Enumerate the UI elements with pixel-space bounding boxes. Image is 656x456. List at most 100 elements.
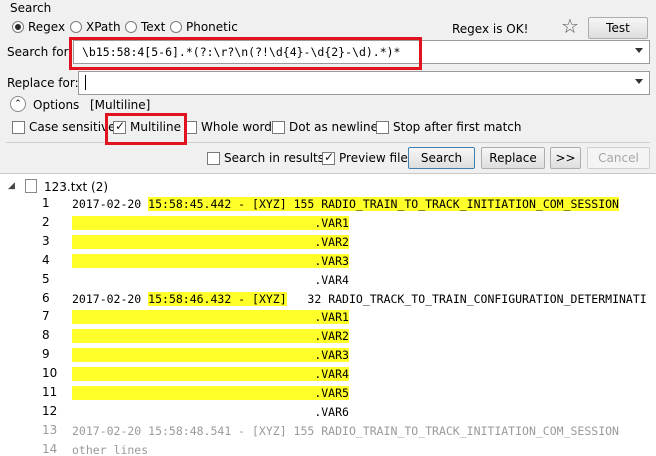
search-button[interactable]: Search <box>408 147 475 169</box>
radio-text-indicator <box>125 21 137 33</box>
line-text: .VAR3 <box>72 348 349 363</box>
match-highlight: .VAR3 <box>72 348 349 363</box>
preview-line[interactable]: 12 .VAR6 <box>0 403 656 422</box>
replace-for-label: Replace for: <box>7 76 79 90</box>
line-text: .VAR1 <box>72 215 349 230</box>
search-dropdown-arrow-icon[interactable] <box>635 48 643 53</box>
line-number: 4 <box>42 252 50 267</box>
line-segment: 2017-02-20 15:58:48.541 - [XYZ] 155 RADI… <box>72 423 619 438</box>
text-caret <box>85 75 86 90</box>
cancel-button[interactable]: Cancel <box>587 147 650 169</box>
line-text: 2017-02-20 15:58:45.442 - [XYZ] 155 RADI… <box>72 197 619 211</box>
test-button[interactable]: Test <box>588 17 648 39</box>
match-highlight: .VAR4 <box>72 367 349 382</box>
line-number: 9 <box>42 347 50 362</box>
line-text: .VAR2 <box>72 329 349 344</box>
line-text: .VAR4 <box>72 273 349 287</box>
preview-line[interactable]: 10 .VAR4 <box>0 365 656 384</box>
checkbox-whole-word[interactable]: Whole word <box>184 120 272 134</box>
line-text: 2017-02-20 15:58:48.541 - [XYZ] 155 RADI… <box>72 424 619 438</box>
line-segment: 2017-02-20 <box>72 197 149 211</box>
line-text: other lines <box>72 443 148 456</box>
preview-line[interactable]: 7 .VAR1 <box>0 308 656 327</box>
radio-xpath-label: XPath <box>86 20 121 34</box>
search-panel: Search Regex XPath Text Phonetic Regex i… <box>0 0 656 174</box>
radio-xpath-indicator <box>70 21 82 33</box>
more-options-button[interactable]: >> <box>550 147 581 169</box>
whole-word-label: Whole word <box>201 120 272 134</box>
regex-status: Regex is OK! <box>452 22 529 36</box>
preview-line[interactable]: 8 .VAR2 <box>0 327 656 346</box>
favorite-star-icon[interactable]: ☆ <box>561 14 579 38</box>
radio-text[interactable]: Text <box>125 20 165 34</box>
preview-line[interactable]: 14 other lines <box>0 441 656 456</box>
line-text: .VAR4 <box>72 367 349 382</box>
match-highlight: .VAR5 <box>72 386 349 400</box>
radio-regex-indicator <box>12 21 24 33</box>
case-sensitive-box <box>12 120 25 134</box>
line-number: 13 <box>42 422 58 437</box>
annotation-box-multiline <box>105 113 187 145</box>
replace-combo[interactable] <box>78 71 650 95</box>
radio-phonetic-label: Phonetic <box>186 20 238 34</box>
radio-regex[interactable]: Regex <box>12 20 65 34</box>
preview-line[interactable]: 13 2017-02-20 15:58:48.541 - [XYZ] 155 RA… <box>0 422 656 441</box>
line-text: .VAR6 <box>72 405 349 419</box>
line-number: 12 <box>42 403 58 418</box>
line-number: 6 <box>42 290 50 305</box>
preview-line[interactable]: 11 .VAR5 <box>0 384 656 403</box>
options-expand-icon[interactable]: ⌃ <box>10 96 26 112</box>
checkbox-stop-after-first[interactable]: Stop after first match <box>376 120 522 134</box>
line-number: 7 <box>42 309 50 324</box>
radio-regex-label: Regex <box>28 20 66 34</box>
annotation-box-search <box>69 37 422 70</box>
checkbox-search-in-results[interactable]: Search in results <box>207 151 324 165</box>
preview-line[interactable]: 6 2017-02-20 15:58:46.432 - [XYZ] 32 RADI… <box>0 290 656 309</box>
checkbox-case-sensitive[interactable]: Case sensitive <box>12 120 116 134</box>
preview-line[interactable]: 1 2017-02-20 15:58:45.442 - [XYZ] 155 RAD… <box>0 195 656 214</box>
radio-xpath[interactable]: XPath <box>70 20 121 34</box>
line-segment: .VAR6 <box>72 404 349 419</box>
checkbox-dot-as-newline[interactable]: Dot as newline <box>272 120 378 134</box>
search-in-results-label: Search in results <box>224 151 324 165</box>
line-segment: 2017-02-20 <box>72 291 149 306</box>
dot-as-newline-label: Dot as newline <box>289 120 378 134</box>
line-text: 2017-02-20 15:58:46.432 - [XYZ] 32 RADIO… <box>72 291 647 306</box>
preview-line[interactable]: 4 .VAR3 <box>0 252 656 271</box>
line-text: .VAR3 <box>72 253 349 268</box>
radio-phonetic-indicator <box>170 21 182 33</box>
options-label: Options <box>33 98 80 112</box>
match-highlight: .VAR1 <box>72 310 349 325</box>
preview-line[interactable]: 5 .VAR4 <box>0 271 656 290</box>
preview-line[interactable]: 9 .VAR3 <box>0 346 656 365</box>
separator <box>6 142 650 143</box>
stop-after-first-label: Stop after first match <box>393 120 522 134</box>
match-highlight: 15:58:45.442 - [XYZ] 155 RADIO_TRAIN_TO_… <box>148 197 619 211</box>
line-number: 2 <box>42 214 50 229</box>
match-highlight: 15:58:46.432 - [XYZ] <box>148 291 287 306</box>
checkbox-preview-file[interactable]: Preview file <box>322 150 408 165</box>
search-group-title: Search <box>10 1 52 15</box>
line-number: 10 <box>42 366 58 381</box>
replace-button[interactable]: Replace <box>481 147 545 169</box>
line-number: 5 <box>42 271 50 286</box>
file-icon <box>25 179 37 193</box>
line-number: 1 <box>42 196 50 210</box>
case-sensitive-label: Case sensitive <box>29 120 116 134</box>
stop-after-first-box <box>376 120 389 134</box>
line-number: 11 <box>42 385 58 399</box>
line-segment: .VAR4 <box>72 272 349 287</box>
results-tree[interactable]: ◢ 123.txt (2) 1 2017-02-20 15:58:45.442 -… <box>0 175 656 456</box>
preview-line[interactable]: 3 .VAR2 <box>0 233 656 252</box>
line-segment: 32 RADIO_TRACK_TO_TRAIN_CONFIGURATION_DE… <box>286 291 647 306</box>
options-summary: [Multiline] <box>90 98 151 112</box>
collapse-arrow-icon[interactable]: ◢ <box>8 181 15 191</box>
file-node-label[interactable]: 123.txt (2) <box>44 180 108 194</box>
preview-line[interactable]: 2 .VAR1 <box>0 214 656 233</box>
replace-dropdown-arrow-icon[interactable] <box>635 79 643 84</box>
line-text: .VAR2 <box>72 234 349 249</box>
radio-text-label: Text <box>141 20 166 34</box>
radio-phonetic[interactable]: Phonetic <box>170 20 238 34</box>
line-number: 3 <box>42 233 50 248</box>
match-highlight: .VAR2 <box>72 329 349 344</box>
